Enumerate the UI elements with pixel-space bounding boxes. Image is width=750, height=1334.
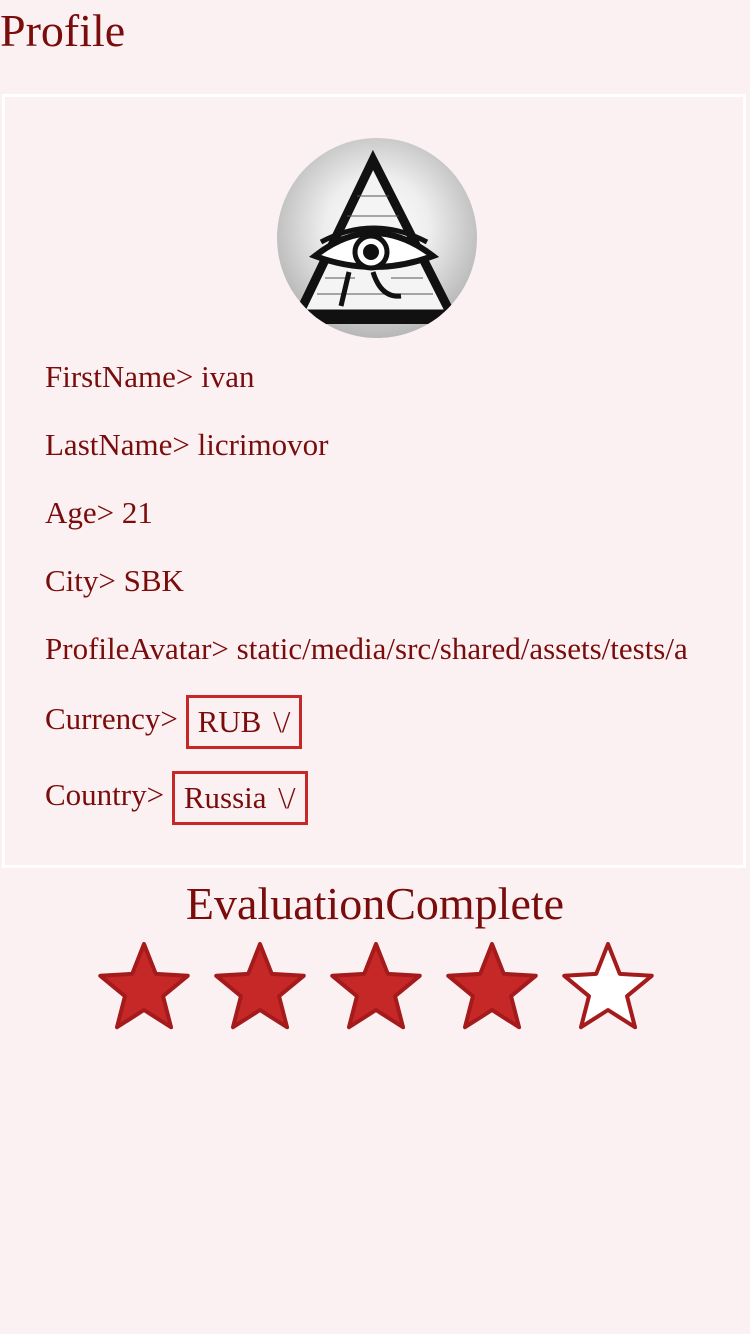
country-label: Country> [45,777,165,813]
city-value: SBK [123,563,184,598]
currency-value: RUB [197,704,262,739]
chevron-down-icon: \/ [273,704,291,739]
star-shape [214,942,306,1030]
first-name-value: ivan [201,359,255,394]
city-label: City> [45,563,116,598]
age-label: Age> [45,495,115,530]
star-shape [562,942,654,1030]
star-shape [330,942,422,1030]
profile-card: FirstName> ivan LastName> licrimovor Age… [2,94,746,868]
currency-select[interactable]: RUB \/ [185,695,303,749]
last-name-label: LastName> [45,427,190,462]
country-select[interactable]: Russia \/ [171,771,308,825]
star-empty-icon[interactable] [558,938,658,1038]
star-filled-icon[interactable] [210,938,310,1038]
star-filled-icon[interactable] [94,938,194,1038]
age-value: 21 [121,495,153,530]
star-filled-icon[interactable] [326,938,426,1038]
profile-avatar-label: ProfileAvatar> [45,631,229,666]
last-name-value: licrimovor [197,427,329,462]
star-filled-icon[interactable] [442,938,542,1038]
eye-of-providence-icon [291,149,459,324]
last-name-row: LastName> licrimovor [45,425,328,465]
currency-row: Currency> RUB \/ [45,695,303,749]
rating-title: EvaluationComplete [185,878,565,929]
star-shape [98,942,190,1030]
profile-avatar-value: static/media/src/shared/assets/tests/a [236,631,688,666]
profile-avatar-row: ProfileAvatar> static/media/src/shared/a… [45,629,707,669]
star-shape [446,942,538,1030]
age-row: Age> 21 [45,493,153,533]
chevron-down-icon: \/ [278,780,296,815]
country-value: Russia [183,780,267,815]
first-name-row: FirstName> ivan [45,357,254,397]
avatar [277,138,477,338]
currency-label: Currency> [45,701,178,737]
country-row: Country> Russia \/ [45,771,308,825]
page-title: Profile [0,5,126,56]
star-rating [94,938,674,1038]
city-row: City> SBK [45,561,184,601]
first-name-label: FirstName> [45,359,194,394]
